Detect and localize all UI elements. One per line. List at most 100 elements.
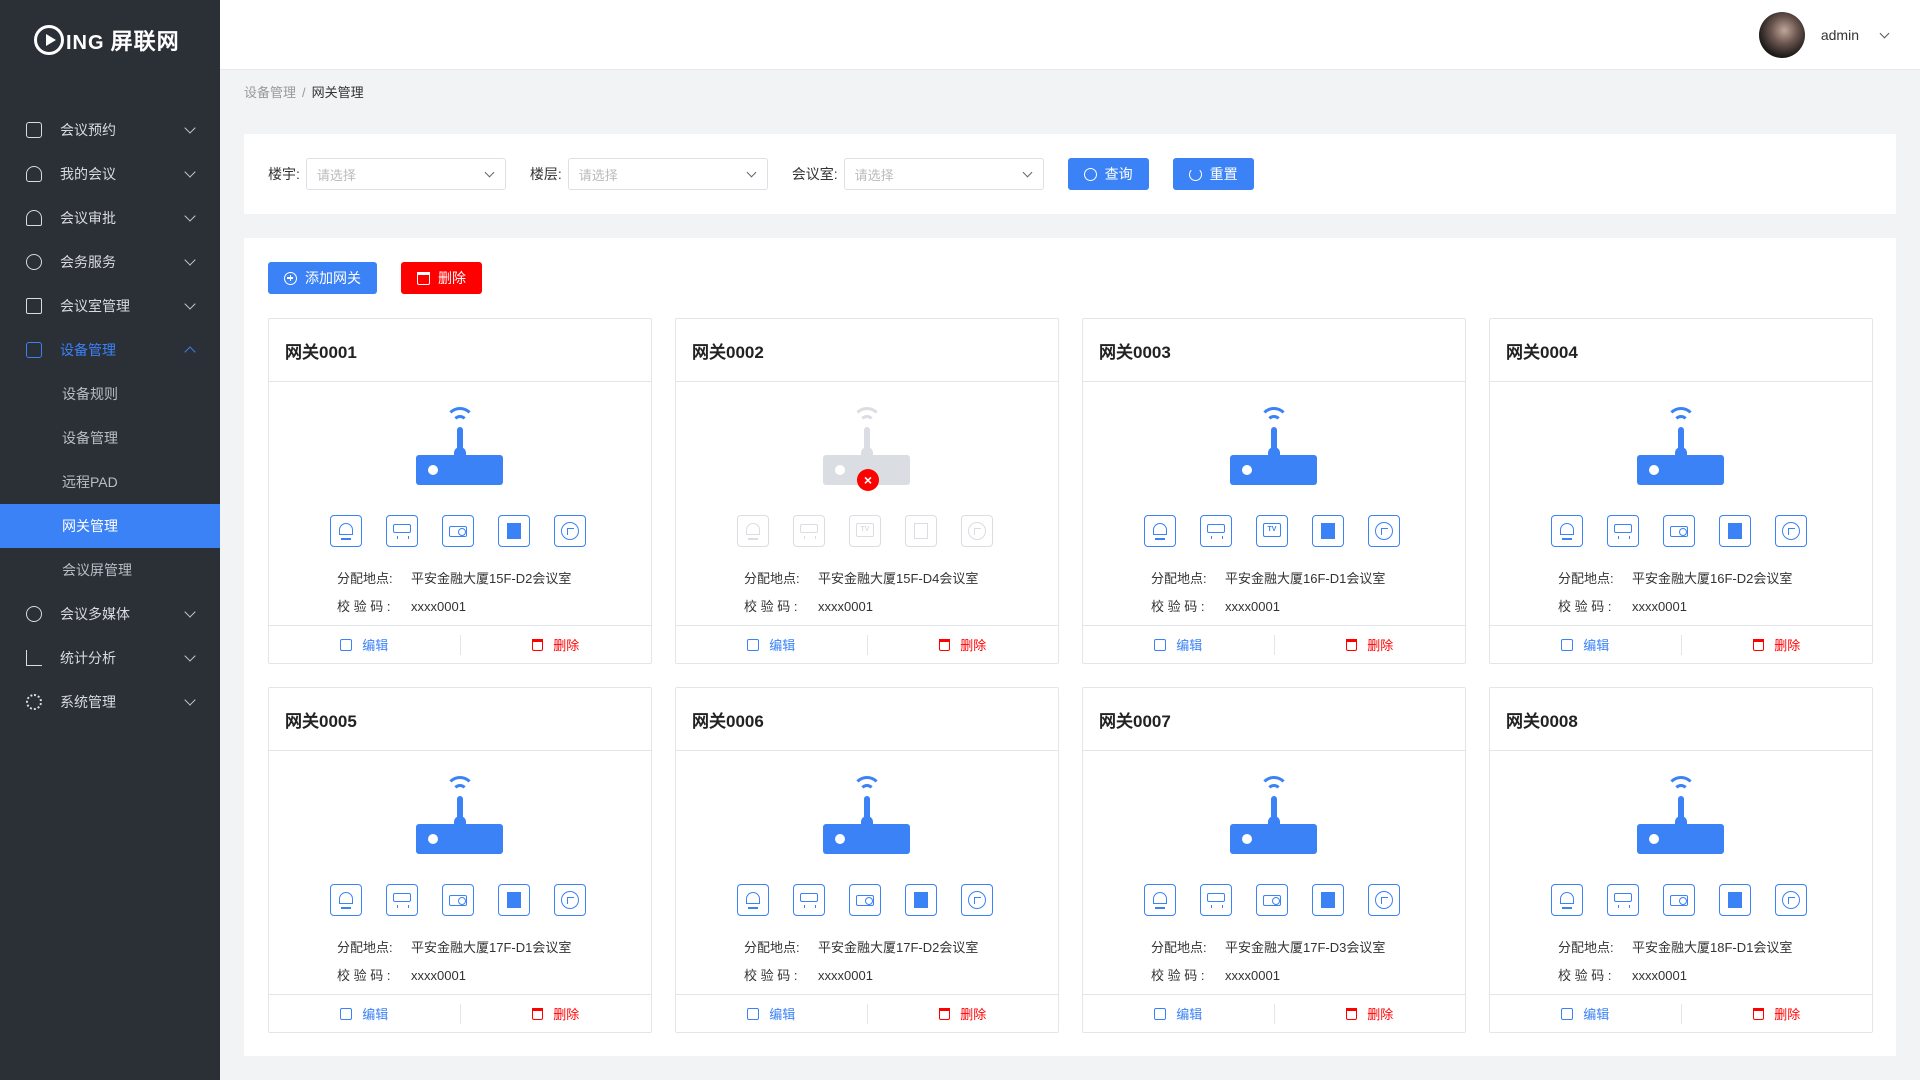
sidebar-item-meeting-booking[interactable]: 会议预约 bbox=[0, 108, 220, 152]
socket-icon[interactable] bbox=[1368, 884, 1400, 916]
gateway-card[interactable]: 网关0003 × TV 分配地点: 平安金融大厦16F-D1会议室 校 验 码 :… bbox=[1082, 318, 1466, 664]
sidebar-subitem-screen-management[interactable]: 会议屏管理 bbox=[0, 548, 220, 592]
projector-icon[interactable] bbox=[442, 515, 474, 547]
tv-icon[interactable]: TV bbox=[1256, 515, 1288, 547]
socket-icon[interactable] bbox=[554, 884, 586, 916]
projector-icon[interactable] bbox=[1256, 884, 1288, 916]
air-conditioner-icon[interactable] bbox=[386, 515, 418, 547]
batch-delete-button[interactable]: 删除 bbox=[401, 262, 482, 294]
light-icon[interactable] bbox=[1144, 515, 1176, 547]
edit-icon bbox=[340, 1007, 353, 1020]
code-value: xxxx0001 bbox=[818, 599, 873, 614]
router-icon: × bbox=[1636, 401, 1726, 491]
socket-icon[interactable] bbox=[1775, 884, 1807, 916]
air-conditioner-icon[interactable] bbox=[793, 884, 825, 916]
gateway-card[interactable]: 网关0004 × 分配地点: 平安金融大厦16F-D2会议室 校 验 码 : xxx… bbox=[1489, 318, 1873, 664]
socket-icon[interactable] bbox=[961, 884, 993, 916]
card-actions: 编辑 删除 bbox=[1490, 625, 1872, 663]
reset-button[interactable]: 重置 bbox=[1172, 158, 1254, 190]
sidebar-item-statistics[interactable]: 统计分析 bbox=[0, 636, 220, 680]
gateway-card[interactable]: 网关0001 × 分配地点: 平安金融大厦15F-D2会议室 校 验 码 : xxx… bbox=[268, 318, 652, 664]
light-icon[interactable] bbox=[330, 884, 362, 916]
curtain-icon[interactable] bbox=[1312, 884, 1344, 916]
air-conditioner-icon[interactable] bbox=[1200, 515, 1232, 547]
user-menu[interactable]: admin bbox=[1758, 12, 1890, 58]
air-conditioner-icon[interactable] bbox=[1200, 884, 1232, 916]
sidebar-item-my-meetings[interactable]: 我的会议 bbox=[0, 152, 220, 196]
sidebar-item-device-management[interactable]: 设备管理 bbox=[0, 328, 220, 372]
delete-button[interactable]: 删除 bbox=[461, 1004, 652, 1023]
chevron-down-icon[interactable] bbox=[1879, 28, 1890, 38]
curtain-icon[interactable] bbox=[1719, 884, 1751, 916]
gateway-card[interactable]: 网关0005 × 分配地点: 平安金融大厦17F-D1会议室 校 验 码 : xxx… bbox=[268, 687, 652, 1033]
edit-button[interactable]: 编辑 bbox=[269, 635, 460, 654]
edit-button[interactable]: 编辑 bbox=[1490, 1004, 1681, 1023]
floor-select[interactable]: 请选择 bbox=[567, 158, 768, 190]
username[interactable]: admin bbox=[1821, 27, 1859, 43]
sidebar-item-meeting-approval[interactable]: 会议审批 bbox=[0, 196, 220, 240]
edit-button[interactable]: 编辑 bbox=[676, 1004, 867, 1023]
light-icon[interactable] bbox=[737, 884, 769, 916]
top-header: admin bbox=[220, 0, 1920, 70]
delete-button[interactable]: 删除 bbox=[868, 1004, 1059, 1023]
curtain-icon[interactable] bbox=[1312, 515, 1344, 547]
curtain-icon[interactable] bbox=[1719, 515, 1751, 547]
delete-button[interactable]: 删除 bbox=[1275, 635, 1466, 654]
socket-icon[interactable] bbox=[1368, 515, 1400, 547]
socket-icon[interactable] bbox=[554, 515, 586, 547]
gateway-name: 网关0008 bbox=[1490, 688, 1872, 751]
curtain-icon[interactable] bbox=[498, 884, 530, 916]
card-actions: 编辑 删除 bbox=[676, 625, 1058, 663]
gateway-card[interactable]: 网关0006 × 分配地点: 平安金融大厦17F-D2会议室 校 验 码 : xxx… bbox=[675, 687, 1059, 1033]
edit-button[interactable]: 编辑 bbox=[1083, 1004, 1274, 1023]
edit-button[interactable]: 编辑 bbox=[269, 1004, 460, 1023]
sidebar-item-multimedia[interactable]: 会议多媒体 bbox=[0, 592, 220, 636]
air-conditioner-icon[interactable] bbox=[386, 884, 418, 916]
curtain-icon[interactable] bbox=[498, 515, 530, 547]
gateway-card[interactable]: 网关0008 × 分配地点: 平安金融大厦18F-D1会议室 校 验 码 : xxx… bbox=[1489, 687, 1873, 1033]
projector-icon[interactable] bbox=[849, 884, 881, 916]
sidebar-subitem-remote-pad[interactable]: 远程PAD bbox=[0, 460, 220, 504]
breadcrumb-parent[interactable]: 设备管理 bbox=[244, 85, 296, 100]
sidebar-subitem-gateway-management[interactable]: 网关管理 bbox=[0, 504, 220, 548]
gateway-card[interactable]: 网关0002 × TV 分配地点: 平安金融大厦15F-D4会议室 校 验 码 :… bbox=[675, 318, 1059, 664]
edit-button[interactable]: 编辑 bbox=[676, 635, 867, 654]
curtain-icon[interactable] bbox=[905, 515, 937, 547]
sidebar-item-system[interactable]: 系统管理 bbox=[0, 680, 220, 724]
device-icons bbox=[330, 515, 586, 547]
building-select[interactable]: 请选择 bbox=[305, 158, 506, 190]
sidebar-item-meeting-service[interactable]: 会务服务 bbox=[0, 240, 220, 284]
add-gateway-button[interactable]: 添加网关 bbox=[268, 262, 377, 294]
room-select[interactable]: 请选择 bbox=[843, 158, 1044, 190]
light-icon[interactable] bbox=[737, 515, 769, 547]
delete-button[interactable]: 删除 bbox=[868, 635, 1059, 654]
query-button[interactable]: 查询 bbox=[1067, 158, 1149, 190]
delete-button[interactable]: 删除 bbox=[1682, 635, 1873, 654]
air-conditioner-icon[interactable] bbox=[1607, 884, 1639, 916]
sidebar-item-room-management[interactable]: 会议室管理 bbox=[0, 284, 220, 328]
socket-icon[interactable] bbox=[961, 515, 993, 547]
projector-icon[interactable] bbox=[442, 884, 474, 916]
avatar[interactable] bbox=[1758, 12, 1805, 58]
delete-button[interactable]: 删除 bbox=[1682, 1004, 1873, 1023]
sidebar-subitem-device-management[interactable]: 设备管理 bbox=[0, 416, 220, 460]
light-icon[interactable] bbox=[1551, 515, 1583, 547]
projector-icon[interactable] bbox=[1663, 884, 1695, 916]
tv-icon[interactable]: TV bbox=[849, 515, 881, 547]
edit-button[interactable]: 编辑 bbox=[1490, 635, 1681, 654]
air-conditioner-icon[interactable] bbox=[1607, 515, 1639, 547]
socket-icon[interactable] bbox=[1775, 515, 1807, 547]
light-icon[interactable] bbox=[1551, 884, 1583, 916]
delete-button[interactable]: 删除 bbox=[1275, 1004, 1466, 1023]
sidebar-subitem-device-rules[interactable]: 设备规则 bbox=[0, 372, 220, 416]
edit-button[interactable]: 编辑 bbox=[1083, 635, 1274, 654]
delete-button[interactable]: 删除 bbox=[461, 635, 652, 654]
projector-icon[interactable] bbox=[1663, 515, 1695, 547]
trash-icon bbox=[939, 1007, 951, 1020]
light-icon[interactable] bbox=[1144, 884, 1176, 916]
logo-icon bbox=[34, 25, 64, 55]
air-conditioner-icon[interactable] bbox=[793, 515, 825, 547]
light-icon[interactable] bbox=[330, 515, 362, 547]
gateway-card[interactable]: 网关0007 × 分配地点: 平安金融大厦17F-D3会议室 校 验 码 : xxx… bbox=[1082, 687, 1466, 1033]
curtain-icon[interactable] bbox=[905, 884, 937, 916]
